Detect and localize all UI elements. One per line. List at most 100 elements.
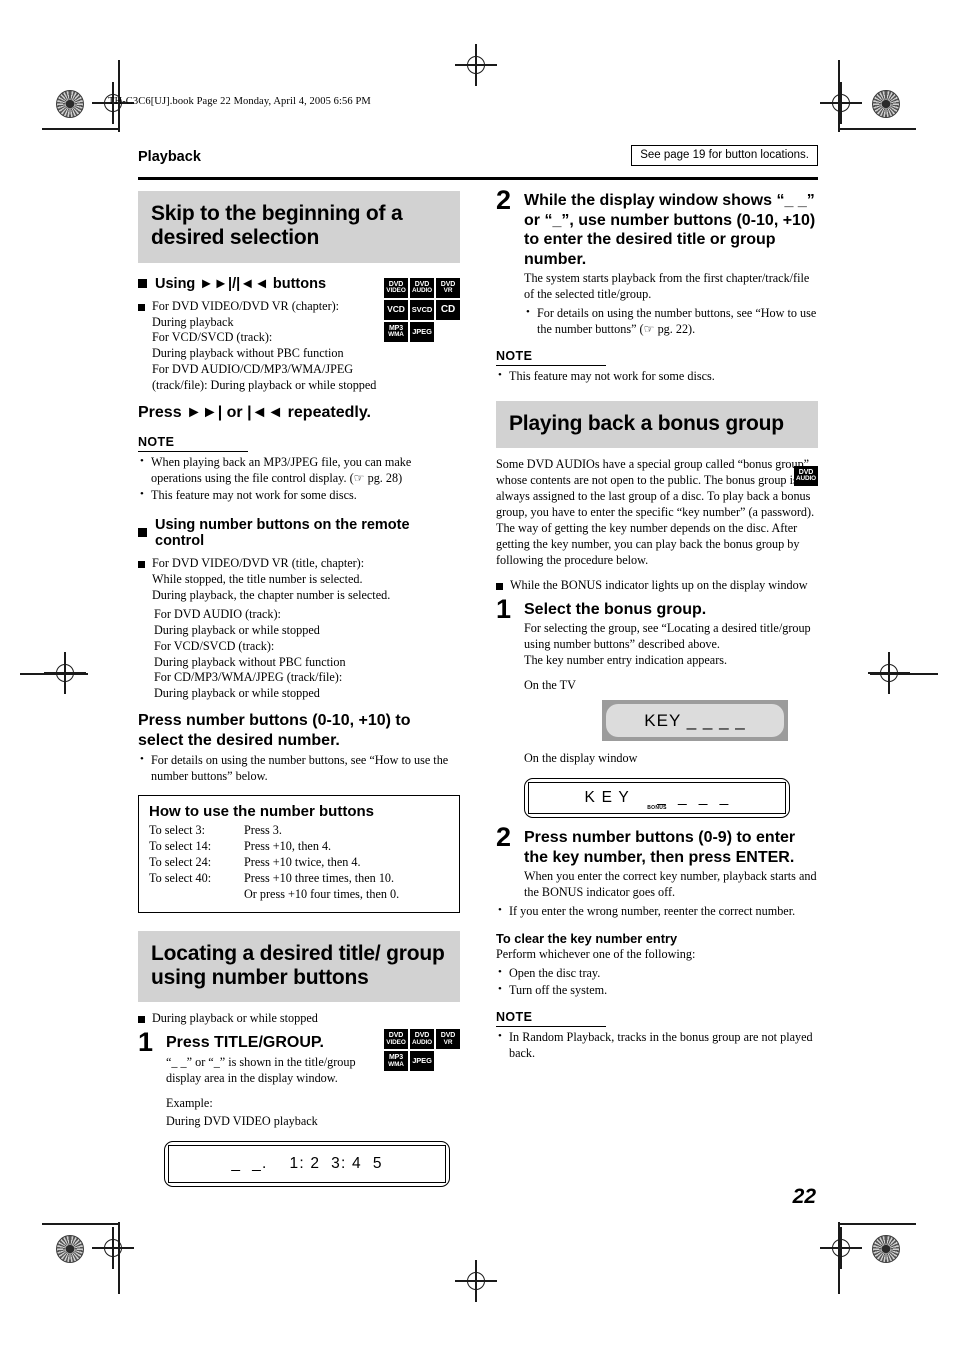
example-text: During DVD VIDEO playback [166, 1113, 318, 1128]
registration-mark-top-right [820, 82, 862, 124]
skip-conditions-text: For DVD VIDEO/DVD VR (chapter): During p… [152, 298, 377, 393]
registration-mark-bottom-right [820, 1227, 862, 1269]
howbox-title: How to use the number buttons [149, 803, 374, 821]
print-file-header: TH-C3C6[UJ].book Page 22 Monday, April 4… [108, 96, 371, 107]
square-bullet-icon [138, 279, 147, 289]
step-body: For selecting the group, see “Locating a… [524, 621, 811, 668]
halftone-dot-top-right [872, 90, 900, 118]
howbox-row: To select 3: Press 3. [149, 823, 449, 839]
bonus-indicator: BONUS [647, 805, 667, 812]
step-title: Press number buttons (0-9) to enter the … [524, 829, 796, 866]
step-number: 2 [496, 185, 512, 215]
locating-condition: During playback or while stopped [138, 1011, 460, 1027]
square-bullet-icon [138, 528, 147, 538]
bonus-condition: While the BONUS indicator lights up on t… [496, 578, 818, 594]
trim-line-bottom-left [42, 1223, 120, 1225]
display-window-text: _ _. 1: 2 3: 4 5 [231, 1154, 383, 1172]
display-window-key-entry: K E Y _ _ _ _ BONUS [524, 778, 790, 819]
howbox-row: To select 24: Press +10 twice, then 4. [149, 855, 449, 871]
bonus-condition-text: While the BONUS indicator lights up on t… [510, 577, 808, 592]
step-body: “_ _” or “_” is shown in the title/group… [166, 1054, 356, 1085]
badge-dvd-audio: DVD AUDIO [794, 465, 818, 486]
press-number-instruction: Press number buttons (0-10, +10) to sele… [138, 712, 411, 749]
square-bullet-icon [496, 582, 503, 590]
step-number: 1 [496, 593, 512, 624]
press-skip-instruction: Press ►►| or |◄◄ repeatedly. [138, 403, 371, 421]
howbox-label: To select 24: [149, 854, 212, 869]
howbox-action: Or press +10 four times, then 0. [244, 886, 400, 901]
halftone-dot-top-left [56, 90, 84, 118]
step-select-bonus-group: 1 Select the bonus group. For selecting … [496, 595, 818, 819]
two-column-layout: Skip to the beginning of a desired selec… [138, 187, 818, 1191]
note-label: NOTE [138, 435, 248, 453]
badge-jpeg: JPEG [410, 321, 434, 342]
right-column: 2 While the display window shows “_ _” o… [496, 187, 818, 1062]
on-display-window-label: On the display window [524, 751, 638, 766]
section-banner-bonus-group: Playing back a bonus group [496, 400, 818, 448]
clear-key-entry-list: Open the disc tray. Turn off the system. [496, 965, 818, 999]
running-head: Playback [138, 149, 201, 165]
trim-line-bottom-right [838, 1223, 916, 1225]
howbox-label: To select 40: [149, 870, 212, 885]
trim-line-mid-right-horiz [870, 673, 938, 675]
step-body: The system starts playback from the firs… [524, 271, 810, 302]
page-number: 22 [792, 1185, 816, 1208]
page-topbar: Playback See page 19 for button location… [138, 145, 818, 180]
tv-screen-text: KEY _ _ _ _ [606, 704, 784, 738]
note-item: If you enter the wrong number, reenter t… [496, 903, 818, 920]
square-bullet-icon [138, 560, 145, 568]
note-item: In Random Playback, tracks in the bonus … [496, 1029, 818, 1062]
how-to-use-number-buttons-box: How to use the number buttons To select … [138, 795, 460, 913]
badge-dvd-video: DVD VIDEO [384, 277, 408, 298]
step-body: When you enter the correct key number, p… [524, 869, 817, 900]
display-window-title-example: _ _. 1: 2 3: 4 5 [164, 1140, 450, 1187]
step-number: 1 [138, 1027, 154, 1058]
step-title: While the display window shows “_ _” or … [524, 192, 816, 268]
howbox-action: Press 3. [244, 823, 282, 838]
format-badges-skip: DVD VIDEO DVD AUDIO DVD VR VCD SVCD CD MP3 W… [384, 277, 460, 342]
howbox-row: Or press +10 four times, then 0. [149, 887, 449, 903]
number-conditions-block-a: For DVD VIDEO/DVD VR (title, chapter): W… [138, 556, 460, 604]
section-banner-locating: Locating a desired title/ group using nu… [138, 930, 460, 1003]
key-number-note-list: If you enter the wrong number, reenter t… [496, 903, 818, 920]
step-press-title-group: 1 Press TITLE/GROUP. “_ _” or “_” is sho… [138, 1029, 460, 1129]
trim-line-right-vert-bottom [838, 1222, 840, 1294]
format-badges-bonus: DVD AUDIO [794, 465, 818, 486]
example-label: Example: [166, 1095, 213, 1110]
badge-mp3-wma: MP3 WMA [384, 321, 408, 342]
press-number-note-list: For details on using the number buttons,… [138, 752, 460, 785]
square-bullet-icon [138, 303, 145, 311]
tv-screen-graphic: KEY _ _ _ _ [602, 700, 788, 742]
clear-key-entry-intro: Perform whichever one of the following: [496, 947, 696, 962]
number-conditions-text-b: For DVD AUDIO (track): During playback o… [154, 606, 346, 701]
left-column: Skip to the beginning of a desired selec… [138, 191, 460, 1187]
step-title: Select the bonus group. [524, 600, 707, 618]
howbox-action: Press +10, then 4. [244, 839, 332, 854]
registration-mark-mid-top [455, 44, 497, 86]
badge-dvd-vr: DVD VR [436, 277, 460, 298]
on-tv-label: On the TV [524, 678, 576, 693]
registration-mark-bottom-left [92, 1227, 134, 1269]
clear-key-entry-heading: To clear the key number entry [496, 931, 678, 947]
note-list-title: This feature may not work for some discs… [496, 368, 818, 385]
note-item: For details on using the number buttons,… [524, 305, 818, 338]
howbox-row: To select 40: Press +10 three times, the… [149, 871, 449, 887]
list-item: Turn off the system. [496, 982, 818, 999]
note-list-bonus: In Random Playback, tracks in the bonus … [496, 1029, 818, 1062]
skip-conditions-block: For DVD VIDEO/DVD VR (chapter): During p… [138, 299, 378, 394]
section-banner-skip: Skip to the beginning of a desired selec… [138, 191, 460, 263]
howbox-label: To select 14: [149, 839, 212, 854]
step-enter-key-number: 2 Press number buttons (0-9) to enter th… [496, 824, 818, 901]
subhead-using-number-buttons: Using number buttons on the remote contr… [138, 517, 460, 549]
note-label: NOTE [496, 1010, 606, 1027]
trim-line-left-vert-bottom [118, 1222, 120, 1294]
note-item: This feature may not work for some discs… [496, 368, 818, 385]
step-enter-title-number: 2 While the display window shows “_ _” o… [496, 187, 818, 338]
badge-placeholder [436, 322, 460, 342]
halftone-dot-bottom-left [56, 1235, 84, 1263]
howbox-action: Press +10 three times, then 10. [244, 870, 395, 885]
subhead-label: Using number buttons on the remote contr… [155, 516, 410, 549]
note-list-skip: When playing back an MP3/JPEG file, you … [138, 454, 460, 504]
howbox-action: Press +10 twice, then 4. [244, 854, 361, 869]
subhead-label: Using ►►|/|◄◄ buttons [155, 275, 327, 292]
